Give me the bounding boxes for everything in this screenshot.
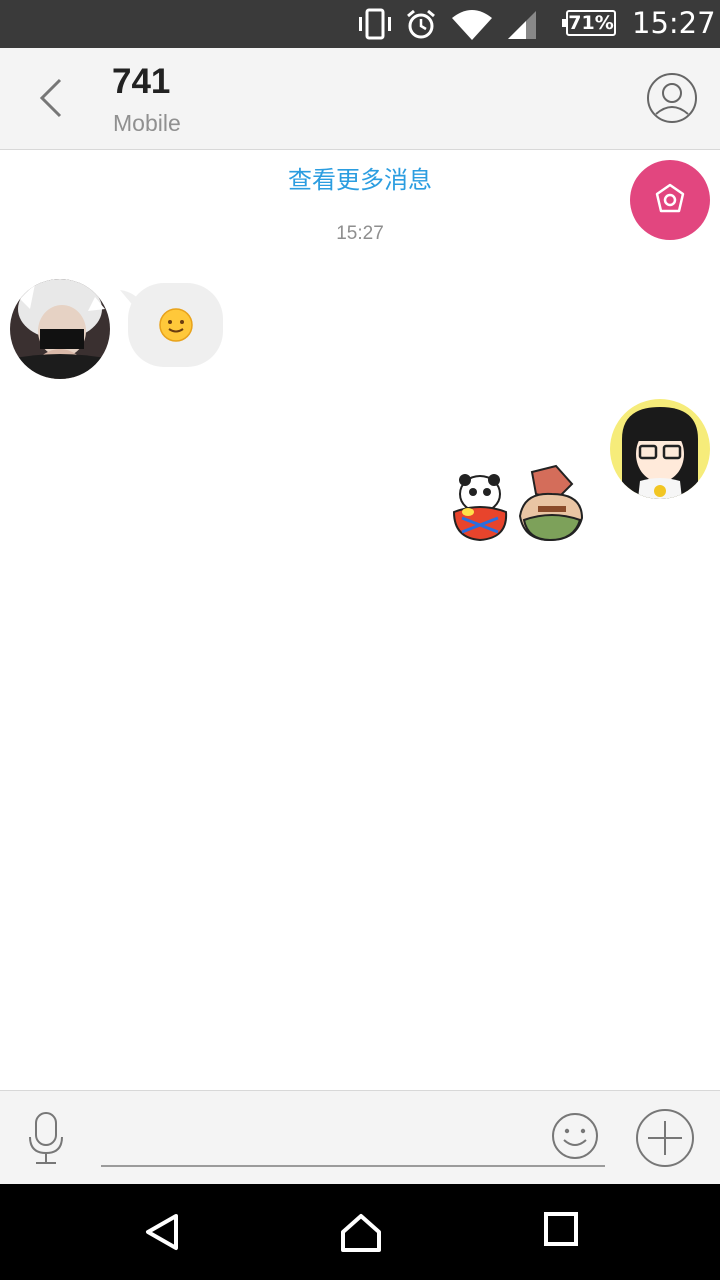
- load-more-link[interactable]: 查看更多消息: [0, 160, 720, 195]
- status-bar: 71% 15:27: [0, 0, 720, 48]
- contact-status: Mobile: [113, 110, 181, 136]
- incoming-message-bubble[interactable]: [128, 283, 223, 367]
- status-time: 15:27: [632, 6, 716, 40]
- wifi-icon: [452, 10, 492, 40]
- battery-icon: 71%: [562, 10, 616, 36]
- profile-icon: [647, 73, 697, 123]
- microphone-icon: [29, 1112, 63, 1164]
- recents-icon[interactable]: [544, 1212, 578, 1246]
- panda-sticker-icon: [452, 474, 508, 542]
- plus-icon: [636, 1109, 694, 1167]
- alarm-icon: [407, 9, 435, 39]
- message-text-input[interactable]: [101, 1111, 605, 1167]
- home-icon[interactable]: [340, 1212, 382, 1254]
- contact-name: 741: [112, 62, 171, 101]
- pig-sticker-icon: [518, 464, 584, 542]
- signal-icon: [508, 11, 536, 39]
- emoji-button[interactable]: [550, 1111, 600, 1165]
- profile-button[interactable]: [646, 72, 698, 124]
- back-button[interactable]: [30, 76, 74, 120]
- back-arrow-icon: [39, 78, 62, 118]
- flower-icon: [655, 183, 685, 213]
- system-nav-bar: [0, 1184, 720, 1280]
- more-options-button[interactable]: [634, 1107, 696, 1173]
- back-triangle-icon[interactable]: [142, 1212, 182, 1252]
- message-input-bar: [0, 1090, 720, 1185]
- emoji-icon: [552, 1113, 598, 1159]
- smiley-emoji-icon: [159, 308, 193, 342]
- outgoing-sticker[interactable]: [448, 460, 592, 544]
- voice-button[interactable]: [26, 1111, 66, 1169]
- chat-header: 741 Mobile: [0, 48, 720, 150]
- my-avatar[interactable]: [610, 399, 710, 499]
- contact-avatar[interactable]: [10, 279, 110, 379]
- message-timestamp: 15:27: [336, 223, 384, 244]
- vibrate-icon: [359, 8, 391, 40]
